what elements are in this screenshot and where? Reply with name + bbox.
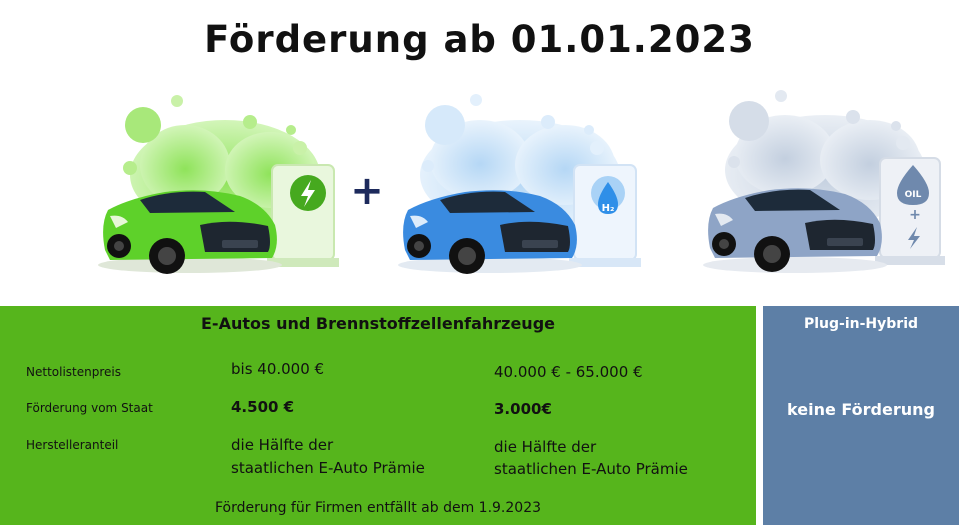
hydrogen-ev-group: H₂ [398, 94, 641, 274]
ev-section-heading: E-Autos und Brennstoffzellenfahrzeuge [201, 314, 555, 333]
green-charger [267, 164, 339, 267]
green-ev-group [98, 95, 339, 274]
manufacturer-col1-line1: die Hälfte der [231, 436, 334, 454]
price-col2: 40.000 € - 65.000 € [494, 363, 643, 381]
hybrid-plus-label: + [909, 207, 921, 223]
plus-sign: + [350, 168, 384, 214]
manufacturer-col1-line2: staatlichen E-Auto Prämie [231, 459, 425, 477]
oil-hybrid-pump: OIL + [875, 157, 945, 265]
phev-heading: Plug-in-Hybrid [803, 316, 919, 332]
hydrogen-badge-label: H₂ [602, 203, 615, 214]
plug-in-hybrid-group: OIL + [703, 90, 945, 273]
row-label-price: Nettolistenpreis [26, 365, 121, 379]
phev-subsidy-value: keine Förderung [787, 400, 935, 419]
subsidy-col2: 3.000€ [494, 400, 552, 418]
page-title: Förderung ab 01.01.2023 [204, 18, 755, 61]
vehicles-illustration: + H₂ OIL + [98, 90, 945, 274]
oil-badge-label: OIL [905, 190, 922, 200]
ev-info-panel [0, 306, 756, 525]
grey-car [703, 188, 887, 273]
subsidy-col1: 4.500 € [231, 398, 295, 416]
row-label-manufacturer-share: Herstelleranteil [26, 438, 119, 452]
manufacturer-col2-line2: staatlichen E-Auto Prämie [494, 460, 688, 478]
row-label-state-subsidy: Förderung vom Staat [26, 401, 153, 415]
manufacturer-col2-line1: die Hälfte der [494, 438, 597, 456]
company-subsidy-note: Förderung für Firmen entfällt ab dem 1.9… [214, 500, 542, 516]
hydrogen-pump: H₂ [569, 164, 641, 267]
price-col1: bis 40.000 € [231, 360, 325, 378]
